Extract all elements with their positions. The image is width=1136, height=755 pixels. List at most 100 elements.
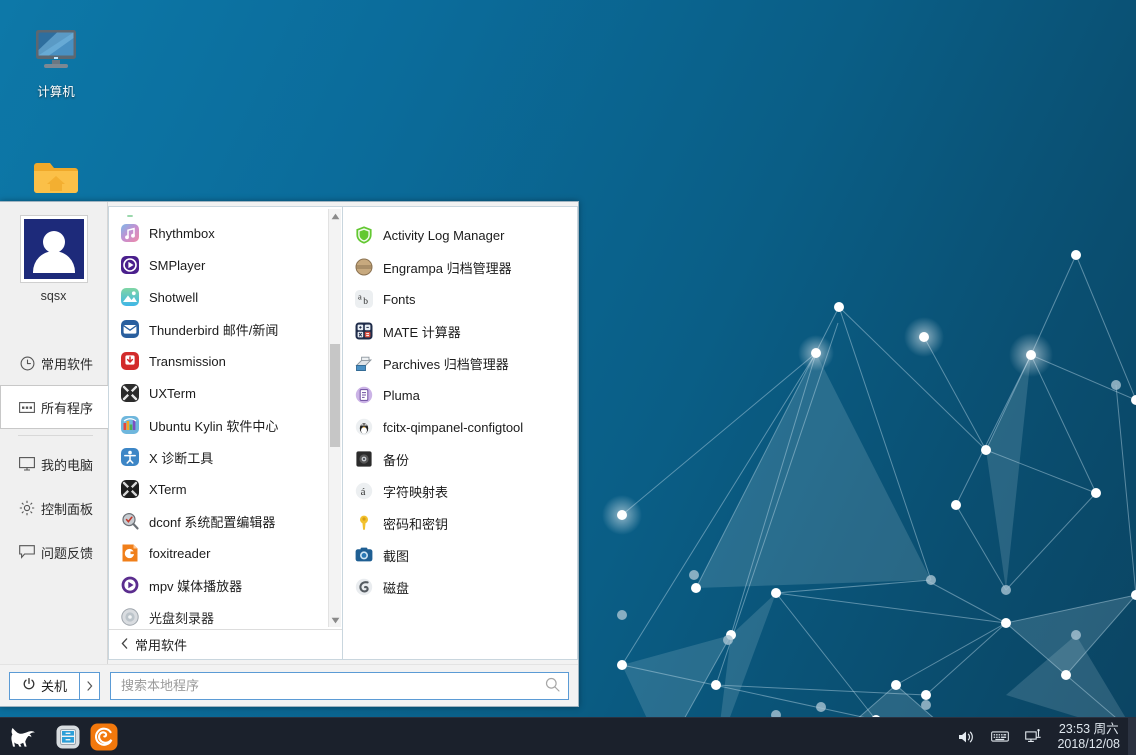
charmap-icon: á	[355, 482, 373, 500]
list-item[interactable]: Rhythmbox	[109, 217, 342, 249]
kylin-start-button[interactable]	[0, 725, 46, 749]
app-list[interactable]: Rhythmbox SMPlayer Shotwell Thunderbird …	[109, 207, 342, 629]
list-item[interactable]: Shotwell	[109, 281, 342, 313]
app-list-scrollbar[interactable]	[328, 209, 341, 627]
scrollbar-thumb[interactable]	[330, 344, 340, 447]
launcher-firefox[interactable]	[90, 723, 118, 751]
user-block[interactable]: sqsx	[0, 210, 107, 307]
category-list-column[interactable]: Activity Log Manager Engrampa 归档管理器 a b …	[343, 206, 578, 660]
list-item[interactable]: Thunderbird 邮件/新闻	[109, 313, 342, 345]
search-input[interactable]	[121, 678, 545, 693]
caret-up-icon[interactable]	[329, 209, 341, 223]
firefox-icon	[90, 723, 118, 750]
caret-down-icon[interactable]	[329, 613, 341, 627]
dconf-icon	[122, 513, 139, 530]
start-menu-footer: 关机	[0, 664, 578, 706]
rhythmbox-icon	[121, 224, 139, 242]
shutdown-button[interactable]: 关机	[9, 671, 81, 700]
list-item[interactable]: 磁盘	[343, 571, 577, 603]
list-item[interactable]: UXTerm	[109, 377, 342, 409]
sidebar-item-control-panel[interactable]: 控制面板	[0, 486, 108, 530]
show-desktop-button[interactable]	[1128, 717, 1136, 755]
clock-date: 2018/12/08	[1057, 736, 1120, 751]
sidebar-item-feedback[interactable]: 问题反馈	[0, 530, 108, 574]
shutdown-more-button[interactable]	[80, 671, 101, 700]
desktop-icon-computer[interactable]: 计算机	[8, 28, 104, 100]
search-box[interactable]	[110, 671, 569, 700]
mpv-icon	[121, 576, 139, 594]
network-icon[interactable]	[1025, 728, 1043, 746]
list-item[interactable]: 截图	[343, 539, 577, 571]
list-item[interactable]: MATE 计算器	[343, 315, 577, 347]
list-item-label: 光盘刻录器	[149, 610, 215, 626]
svg-text:á: á	[361, 486, 366, 498]
list-item-label: 密码和密钥	[383, 516, 449, 532]
fcitx-icon	[355, 418, 373, 436]
list-item[interactable]: XTerm	[109, 473, 342, 505]
back-to-frequent-software[interactable]: 常用软件	[109, 629, 342, 659]
start-menu-body: sqsx 常用软件 所有程序 我的电脑 控制面板 问题反馈 Rhythmbox …	[0, 202, 578, 664]
list-item-label: Pluma	[383, 387, 420, 403]
list-item[interactable]: Activity Log Manager	[343, 219, 577, 251]
list-item-label: dconf 系统配置编辑器	[149, 514, 276, 530]
start-menu[interactable]: sqsx 常用软件 所有程序 我的电脑 控制面板 问题反馈 Rhythmbox …	[0, 201, 579, 707]
search-icon[interactable]	[545, 677, 560, 695]
gear-icon	[19, 500, 35, 516]
list-item[interactable]: SMPlayer	[109, 249, 342, 281]
list-item[interactable]: 光盘刻录器	[109, 601, 342, 629]
rail-spacer	[0, 307, 107, 341]
key-icon	[360, 515, 368, 530]
list-item[interactable]: á 字符映射表	[343, 475, 577, 507]
list-item-label: SMPlayer	[149, 257, 206, 273]
list-item[interactable]	[109, 209, 342, 217]
ubuntu-kylin-software-center-icon	[121, 416, 139, 434]
list-item[interactable]: a b Fonts	[343, 283, 577, 315]
clock-icon	[19, 355, 35, 371]
list-item[interactable]: 密码和密钥	[343, 507, 577, 539]
foxitreader-icon	[122, 544, 138, 562]
sidebar-item-frequent-software[interactable]: 常用软件	[0, 341, 108, 385]
list-item-label: 磁盘	[383, 580, 410, 596]
disc-burner-icon	[121, 608, 139, 626]
list-item[interactable]: Ubuntu Kylin 软件中心	[109, 409, 342, 441]
sidebar-item-control-panel-label: 控制面板	[41, 501, 94, 517]
list-item[interactable]: foxitreader	[109, 537, 342, 569]
list-item-label: 截图	[383, 548, 410, 564]
uxterm-icon	[121, 384, 139, 402]
list-item[interactable]: fcitx-qimpanel-configtool	[343, 411, 577, 443]
taskbar-clock[interactable]: 23:53 周六 2018/12/08	[1057, 722, 1128, 752]
list-item[interactable]: Transmission	[109, 345, 342, 377]
calculator-icon	[355, 322, 373, 340]
avatar[interactable]	[19, 215, 88, 283]
list-item-label: Engrampa 归档管理器	[383, 260, 512, 276]
list-item[interactable]: X 诊断工具	[109, 441, 342, 473]
list-item-label: Fonts	[383, 291, 416, 307]
list-item[interactable]: Pluma	[343, 379, 577, 411]
backup-icon	[356, 451, 372, 467]
shield-icon	[356, 226, 372, 244]
list-item[interactable]: dconf 系统配置编辑器	[109, 505, 342, 537]
volume-icon[interactable]	[957, 728, 975, 746]
keyboard-icon[interactable]	[991, 728, 1010, 746]
list-item-label: Shotwell	[149, 289, 199, 305]
list-item-label: Rhythmbox	[149, 225, 215, 241]
chevron-left-icon	[121, 637, 128, 652]
list-item[interactable]: mpv 媒体播放器	[109, 569, 342, 601]
taskbar[interactable]: 23:53 周六 2018/12/08	[0, 717, 1136, 755]
x-diagnostic-icon	[121, 448, 139, 466]
launcher-file-manager[interactable]	[54, 723, 82, 751]
clock-time: 23:53 周六	[1058, 721, 1119, 736]
sidebar-item-my-computer[interactable]: 我的电脑	[0, 442, 108, 486]
home-folder-icon	[8, 158, 104, 203]
list-item[interactable]: Parchives 归档管理器	[343, 347, 577, 379]
sidebar-item-all-programs[interactable]: 所有程序	[0, 385, 108, 429]
shotwell-icon	[121, 288, 139, 306]
desktop-icon-computer-label: 计算机	[37, 85, 75, 99]
disks-icon	[355, 578, 373, 596]
list-item[interactable]: Engrampa 归档管理器	[343, 251, 577, 283]
engrampa-icon	[355, 258, 373, 276]
list-item[interactable]: 备份	[343, 443, 577, 475]
list-item-label: 备份	[383, 452, 410, 468]
system-tray	[957, 728, 1057, 746]
feedback-icon	[19, 544, 35, 560]
